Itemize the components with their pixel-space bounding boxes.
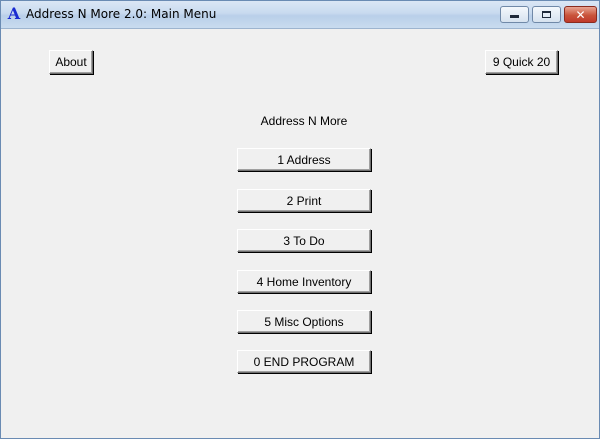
misc-options-button[interactable]: 5 Misc Options	[237, 310, 371, 333]
minimize-icon	[510, 15, 519, 18]
quick-20-button[interactable]: 9 Quick 20	[485, 50, 558, 74]
close-icon: ✕	[575, 7, 586, 22]
end-program-button[interactable]: 0 END PROGRAM	[237, 350, 371, 373]
print-button[interactable]: 2 Print	[237, 189, 371, 212]
window-title: Address N More 2.0: Main Menu	[26, 7, 217, 21]
minimize-button[interactable]	[500, 6, 529, 23]
app-icon: A	[7, 4, 21, 23]
main-window: A Address N More 2.0: Main Menu ✕ About …	[0, 0, 600, 439]
maximize-button[interactable]	[532, 6, 561, 23]
home-inventory-button[interactable]: 4 Home Inventory	[237, 270, 371, 293]
maximize-icon	[542, 11, 551, 18]
close-button[interactable]: ✕	[564, 6, 597, 23]
address-button[interactable]: 1 Address	[237, 148, 371, 171]
about-button[interactable]: About	[49, 50, 93, 74]
menu-heading: Address N More	[260, 114, 348, 128]
to-do-button[interactable]: 3 To Do	[237, 229, 371, 252]
title-bar[interactable]: A Address N More 2.0: Main Menu ✕	[1, 1, 599, 29]
